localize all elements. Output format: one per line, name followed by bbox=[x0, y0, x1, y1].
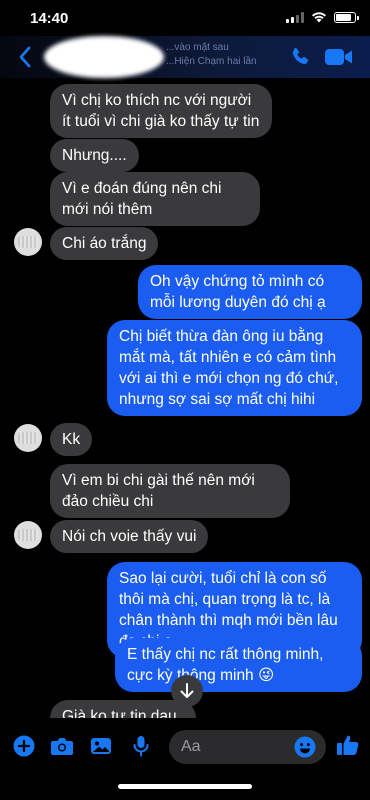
message-bubble-incoming[interactable]: Nhưng.... bbox=[50, 139, 139, 172]
redacted-contact-name bbox=[44, 36, 164, 78]
thumbs-up-icon bbox=[337, 735, 359, 755]
message-bubble-outgoing[interactable]: Oh vậy chứng tỏ mình có mỗi lương duyên … bbox=[138, 265, 362, 319]
like-button[interactable] bbox=[336, 732, 360, 758]
chevron-left-icon bbox=[19, 46, 31, 68]
status-bar: 14:40 bbox=[0, 0, 370, 36]
contact-avatar[interactable] bbox=[14, 228, 42, 256]
voice-message-button[interactable] bbox=[129, 734, 153, 758]
cellular-signal-icon bbox=[286, 11, 304, 23]
header-subtitle-line1: ...vào mặt sau bbox=[166, 42, 229, 53]
audio-call-button[interactable] bbox=[288, 45, 312, 69]
message-bubble-incoming[interactable]: Nói ch voie thấy vui bbox=[50, 520, 209, 553]
message-bubble-outgoing[interactable]: Chị biết thừa đàn ông iu bằng mắt mà, tấ… bbox=[107, 320, 362, 416]
contact-avatar[interactable] bbox=[14, 521, 42, 549]
emoji-button[interactable] bbox=[294, 736, 316, 758]
message-bubble-incoming[interactable]: Kk bbox=[50, 423, 93, 456]
home-indicator bbox=[118, 784, 252, 789]
emoji-smile-icon bbox=[294, 736, 316, 758]
contact-avatar[interactable] bbox=[14, 424, 42, 452]
message-bubble-incoming[interactable]: Chi áo trắng bbox=[50, 227, 159, 260]
header-subtitle-line2: ...Hiện Chạm hai lần bbox=[166, 56, 257, 67]
message-list[interactable]: Vì chị ko thích nc với người ít tuổi vì … bbox=[0, 78, 370, 718]
back-button[interactable] bbox=[12, 42, 38, 72]
message-bubble-incoming[interactable]: Vì chị ko thích nc với người ít tuổi vì … bbox=[50, 84, 272, 138]
arrow-down-icon bbox=[180, 683, 194, 698]
header-subtitle: ...vào mặt sau ...Hiện Chạm hai lần bbox=[166, 41, 257, 69]
message-bubble-incoming[interactable]: Vì e đoán đúng nên chi mới nói thêm bbox=[50, 172, 260, 226]
video-camera-icon bbox=[325, 49, 352, 65]
message-bubble-incoming[interactable]: Vì em bi chi gài thế nên mới đảo chiều c… bbox=[50, 464, 290, 518]
video-call-button[interactable] bbox=[324, 46, 354, 68]
battery-icon bbox=[334, 11, 359, 23]
message-bubble-incoming[interactable]: Già ko tư tin dau e bbox=[50, 700, 196, 718]
gallery-button[interactable] bbox=[89, 734, 113, 758]
scroll-to-bottom-button[interactable] bbox=[171, 675, 203, 707]
message-input[interactable] bbox=[181, 737, 286, 757]
status-icons bbox=[286, 11, 359, 23]
message-input-container[interactable] bbox=[169, 730, 326, 764]
phone-icon bbox=[292, 47, 309, 65]
camera-button[interactable] bbox=[50, 734, 74, 758]
plus-circle-icon bbox=[13, 735, 35, 757]
status-time: 14:40 bbox=[30, 10, 69, 27]
wifi-icon bbox=[312, 12, 326, 23]
photo-icon bbox=[91, 738, 111, 754]
message-bubble-outgoing[interactable]: E thấy chị nc rất thông minh, cực kỳ thô… bbox=[115, 638, 362, 692]
conversation-header: ...vào mặt sau ...Hiện Chạm hai lần bbox=[0, 36, 370, 78]
camera-icon bbox=[51, 738, 73, 755]
more-actions-button[interactable] bbox=[12, 734, 36, 758]
microphone-icon bbox=[133, 736, 149, 757]
